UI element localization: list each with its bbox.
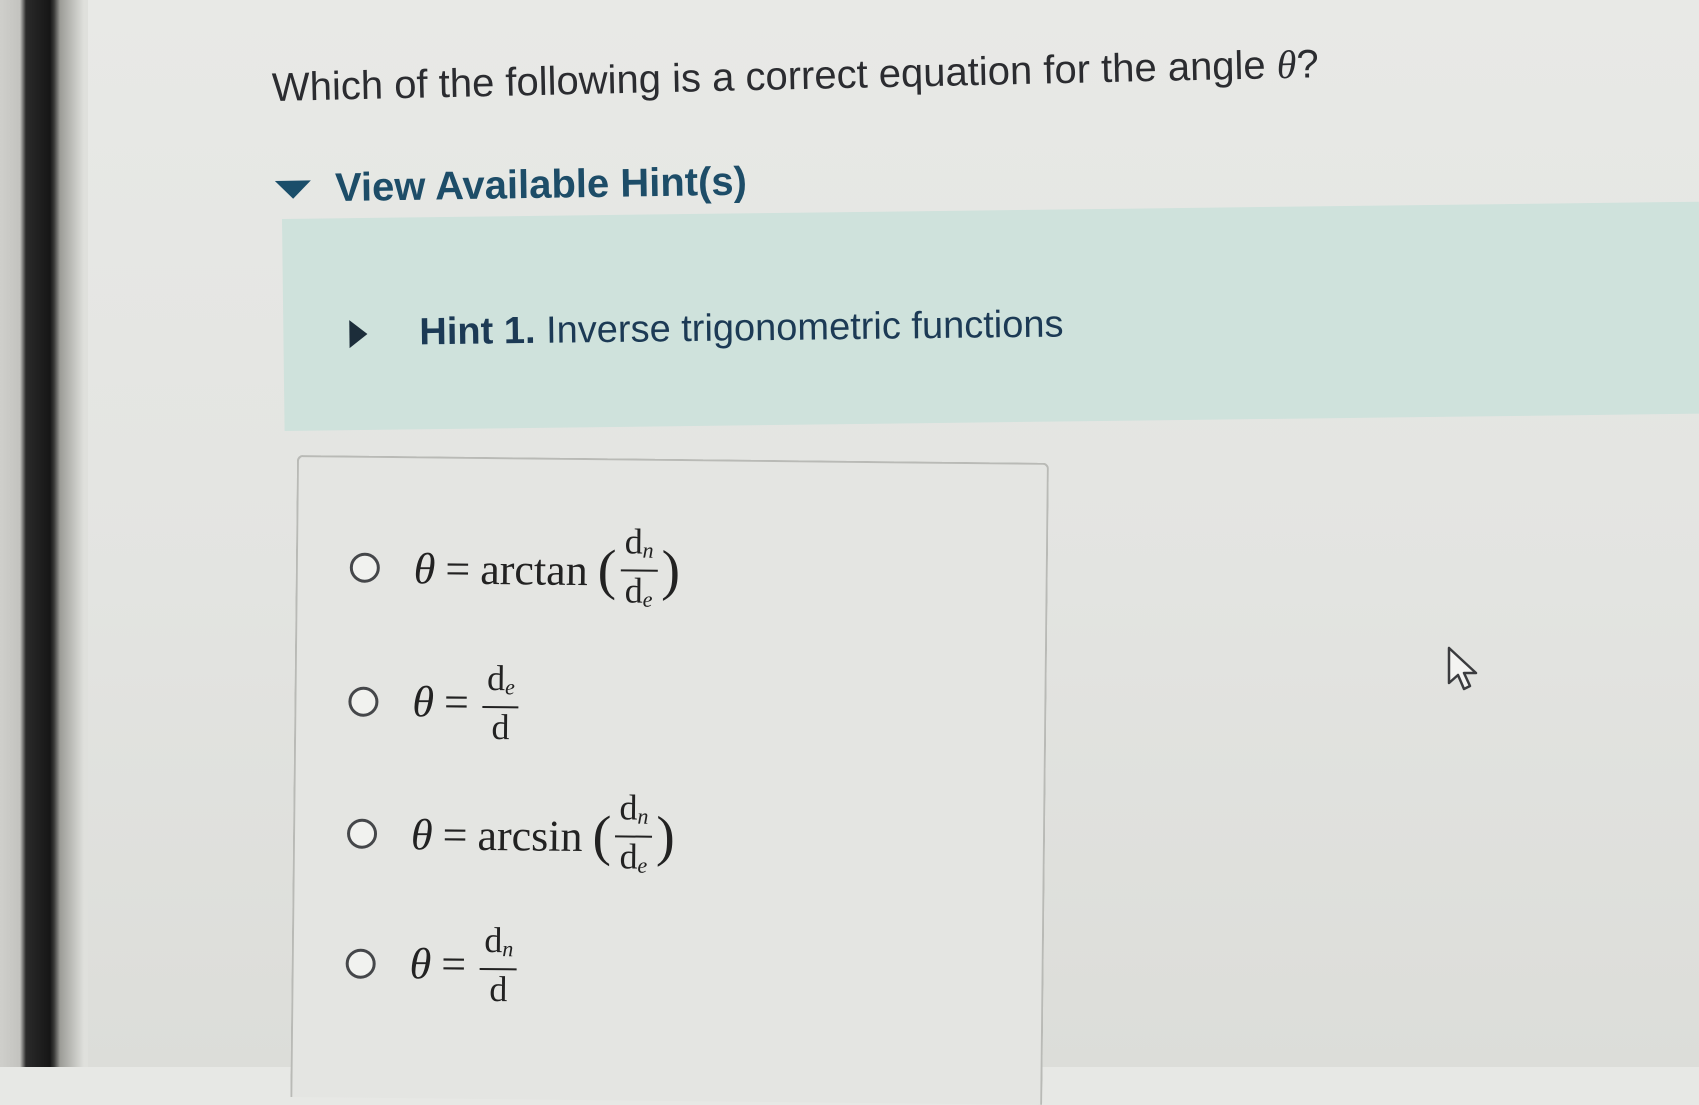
option-3-equation: θ = arcsin ( dn de )	[411, 786, 676, 885]
close-paren: )	[655, 805, 676, 868]
numerator: de	[482, 658, 520, 709]
open-paren: (	[592, 805, 612, 868]
answer-choices: θ = arctan ( dn de ) θ = de d θ = arcsin	[290, 455, 1049, 1105]
numerator-base: d	[486, 658, 506, 699]
denominator-base: d	[489, 969, 508, 1010]
caret-right-icon	[349, 319, 368, 348]
option-4-fraction: dn d	[480, 919, 518, 1010]
option-2[interactable]: θ = de d	[348, 658, 523, 747]
denominator: d	[485, 969, 511, 1010]
denominator: de	[620, 570, 656, 618]
numerator-subscript: n	[502, 936, 514, 962]
option-4-equation: θ = dn d	[409, 919, 521, 1010]
hint-1-label: Inverse trigonometric functions	[545, 303, 1064, 352]
hint-1-title: Hint 1. Inverse trigonometric functions	[419, 303, 1064, 354]
numerator-base: d	[619, 787, 638, 828]
option-2-fraction: de d	[482, 658, 520, 748]
option-3-lhs: θ	[410, 809, 433, 859]
option-4-eq: =	[441, 939, 467, 989]
option-1[interactable]: θ = arctan ( dn de )	[349, 520, 680, 619]
view-hints-label: View Available Hint(s)	[334, 159, 748, 211]
denominator: d	[487, 707, 513, 748]
option-1-eq: =	[445, 544, 471, 594]
numerator: dn	[480, 919, 518, 971]
option-1-equation: θ = arctan ( dn de )	[413, 520, 681, 619]
option-2-lhs: θ	[412, 677, 435, 727]
denominator-base: d	[619, 836, 638, 877]
mouse-pointer-icon	[1447, 646, 1478, 691]
denominator-subscript: e	[642, 586, 653, 612]
denominator-base: d	[491, 707, 510, 748]
view-hints-toggle[interactable]: View Available Hint(s)	[274, 159, 748, 212]
open-paren: (	[597, 539, 617, 602]
numerator: dn	[620, 521, 658, 572]
close-paren: )	[661, 539, 681, 603]
option-1-fraction: dn de	[620, 521, 658, 618]
option-4-lhs: θ	[409, 939, 432, 989]
option-3-radio[interactable]	[346, 818, 378, 849]
denominator-base: d	[624, 570, 643, 611]
numerator-subscript: n	[637, 803, 649, 829]
hint-1-toggle[interactable]: Hint 1. Inverse trigonometric functions	[349, 303, 1064, 355]
option-3-fraction: dn de	[615, 787, 653, 884]
option-1-radio[interactable]	[349, 552, 380, 583]
numerator: dn	[615, 787, 653, 838]
option-1-function: arctan	[480, 544, 588, 595]
option-3[interactable]: θ = arcsin ( dn de )	[346, 786, 676, 885]
question-variable: θ	[1276, 41, 1297, 88]
numerator-base: d	[484, 919, 503, 961]
caret-down-icon	[274, 179, 312, 199]
numerator-base: d	[624, 521, 643, 562]
monitor-bezel	[0, 0, 88, 1067]
option-4-radio[interactable]	[345, 948, 376, 979]
denominator: de	[615, 836, 651, 884]
hint-1-number: Hint 1.	[419, 309, 536, 354]
option-1-lhs: θ	[413, 543, 436, 593]
option-3-function: arcsin	[477, 810, 583, 861]
numerator-subscript: n	[642, 537, 654, 563]
denominator-subscript: e	[637, 852, 648, 878]
hint-panel: Hint 1. Inverse trigonometric functions	[282, 201, 1699, 431]
option-4[interactable]: θ = dn d	[345, 920, 521, 1009]
numerator-subscript: e	[504, 674, 515, 700]
option-2-radio[interactable]	[348, 686, 379, 717]
question-suffix: ?	[1295, 42, 1320, 87]
option-2-equation: θ = de d	[412, 658, 523, 748]
option-3-eq: =	[442, 810, 468, 860]
option-2-eq: =	[443, 677, 470, 727]
